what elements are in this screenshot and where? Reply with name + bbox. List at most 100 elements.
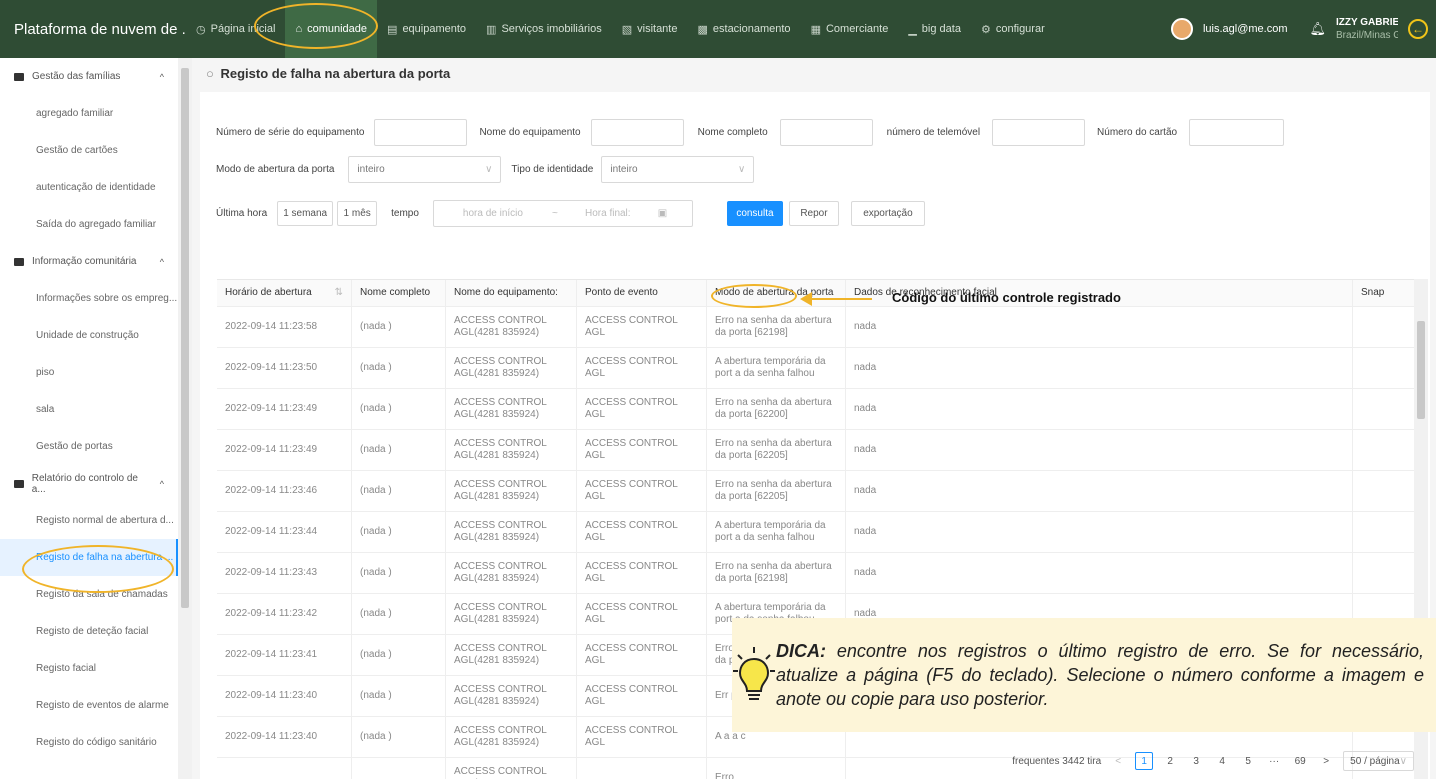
one-week-button[interactable]: 1 semana [277,201,334,226]
nav-item-2[interactable]: ▤ equipamento [377,0,476,58]
start-time-input[interactable]: hora de início [434,208,552,219]
sidebar-item[interactable]: Gestão de portas [0,428,178,465]
page-number[interactable]: 2 [1161,752,1179,770]
sidebar-group[interactable]: Relatório do controlo de a... ^ [0,465,178,502]
nav-item-7[interactable]: ▁ big data [898,0,971,58]
table-row[interactable]: 2022-09-14 11:23:43 (nada ) ACCESS CONTROL… [217,553,1414,594]
page-number[interactable]: 3 [1187,752,1205,770]
table-cell-mode[interactable]: Erro na senha da abertura da porta [6220… [707,430,846,470]
reset-button[interactable]: Repor [788,201,839,226]
phone-input[interactable] [992,119,1086,146]
serial-input[interactable] [374,119,468,146]
clock-icon: ◷ [196,23,206,36]
table-cell-mode[interactable]: Erro [707,758,846,779]
sidebar-item[interactable]: Registo de eventos de alarme [0,687,178,724]
sidebar-item[interactable]: sala [0,391,178,428]
table-cell-name: (nada ) [352,717,446,757]
identity-select[interactable]: inteiro ∨ [601,156,755,183]
sidebar-item[interactable]: Registo normal de abertura d... [0,502,178,539]
tip-body: encontre nos registros o último registro… [776,641,1424,709]
nav-item-label: Serviços imobiliários [501,23,602,35]
table-row[interactable]: 2022-09-14 11:23:49 (nada ) ACCESS CONTROL… [217,430,1414,471]
table-cell-snap [1353,348,1410,388]
nav-item-4[interactable]: ▧ visitante [612,0,688,58]
sidebar-item[interactable]: autenticação de identidade [0,169,178,206]
sidebar-item[interactable]: Gestão de cartões [0,132,178,169]
arrow-head-icon [800,292,812,306]
identity-label: Tipo de identidade [511,164,594,175]
sidebar-item[interactable]: Registo de deteção facial [0,613,178,650]
scrollbar-thumb[interactable] [181,68,189,608]
sidebar-group[interactable]: Gestão das famílias ^ [0,58,178,95]
table-row[interactable]: 2022-09-14 11:23:44 (nada ) ACCESS CONTROL… [217,512,1414,553]
user-email[interactable]: luis.agl@me.com [1203,23,1288,35]
sidebar-group[interactable]: Informação comunitária ^ [0,243,178,280]
table-cell-snap [1353,307,1410,347]
table-cell-face: nada [846,430,1353,470]
prev-page-icon[interactable]: < [1109,752,1127,770]
table-cell-point: ACCESS CONTROL AGL [577,676,707,716]
logout-icon[interactable]: ← [1408,19,1428,39]
nav-item-5[interactable]: ▩ estacionamento [687,0,800,58]
table-cell-mode[interactable]: Erro na senha da abertura da porta [6220… [707,471,846,511]
table-cell-time: 2022-09-14 11:23:41 [217,635,352,675]
table-cell-face: nada [846,389,1353,429]
fullname-input[interactable] [779,119,873,146]
table-row[interactable]: 2022-09-14 11:23:58 (nada ) ACCESS CONTROL… [217,307,1414,348]
table-row[interactable]: 2022-09-14 11:23:50 (nada ) ACCESS CONTROL… [217,348,1414,389]
end-time-input[interactable]: Hora final: [558,208,658,219]
table-cell-mode[interactable]: A abertura temporária da port a da senha… [707,348,846,388]
sidebar-item[interactable]: Unidade de construção [0,317,178,354]
table-cell-name: (nada ) [352,512,446,552]
sort-icon[interactable]: ⇅ [335,287,343,299]
table-cell-device: ACCESS CONTROL AGL(4281 835924) [446,676,577,716]
table-cell-mode[interactable]: A abertura temporária da port a da senha… [707,512,846,552]
sidebar-item[interactable]: Informações sobre os empreg... [0,280,178,317]
query-button[interactable]: consulta [726,201,783,226]
table-row[interactable]: 2022-09-14 11:23:49 (nada ) ACCESS CONTROL… [217,389,1414,430]
chevron-down-icon: ∨ [485,164,493,175]
table-cell-name: (nada ) [352,676,446,716]
avatar[interactable] [1170,18,1193,40]
chart-icon: ▁ [908,23,917,36]
page-number[interactable]: 5 [1239,752,1257,770]
sidebar-item[interactable]: piso [0,354,178,391]
date-range-picker[interactable]: hora de início ~ Hora final: ▣ [432,200,693,227]
bell-icon[interactable]: 🔔︎ [1309,21,1326,37]
sidebar-item[interactable]: agregado familiar [0,95,178,132]
table-cell-mode[interactable]: Erro na senha da abertura da porta [6219… [707,307,846,347]
table-cell-mode[interactable]: Erro na senha da abertura da porta [6219… [707,553,846,593]
column-header[interactable]: Horário de abertura ⇅ [217,280,352,306]
brand-title[interactable]: Plataforma de nuvem de ... [0,21,186,38]
scrollbar-thumb[interactable] [1417,321,1425,419]
table-cell-time: 2022-09-14 11:23:50 [217,348,352,388]
table-cell-snap [1353,471,1410,511]
next-page-icon[interactable]: > [1317,752,1335,770]
nav-item-6[interactable]: ▦ Comerciante [801,0,899,58]
device-input[interactable] [590,119,684,146]
more-pages-icon[interactable]: ··· [1265,752,1283,770]
table-cell-mode[interactable]: Erro na senha da abertura da porta [6220… [707,389,846,429]
table-cell-name: (nada ) [352,307,446,347]
table-cell-device: ACCESS CONTROL AGL(4281 [446,758,577,779]
user-profile[interactable]: IZZY GABRIEL ... Brazil/Minas Ge... [1336,16,1398,42]
mode-select[interactable]: inteiro ∨ [348,156,502,183]
sidebar-item[interactable]: Registo facial [0,650,178,687]
page-number[interactable]: 4 [1213,752,1231,770]
sidebar-item[interactable]: Registo do código sanitário [0,724,178,761]
page-size-select[interactable]: 50 / página ∨ [1343,751,1414,771]
nav-item-3[interactable]: ▥ Serviços imobiliários [476,0,612,58]
card-input[interactable] [1189,119,1285,146]
export-button[interactable]: exportação [850,201,925,226]
highlight-ring-sidebar [22,545,174,593]
sidebar-item[interactable]: Saída do agregado familiar [0,206,178,243]
nav-item-8[interactable]: ⚙ configurar [971,0,1055,58]
table-header: Horário de abertura ⇅ Nome completo Nome do… [217,280,1414,307]
table-row[interactable]: 2022-09-14 11:23:46 (nada ) ACCESS CONTROL… [217,471,1414,512]
page-number[interactable]: 69 [1291,752,1309,770]
sidebar-scrollbar[interactable] [178,58,192,779]
page-number[interactable]: 1 [1135,752,1154,770]
one-month-button[interactable]: 1 mês [337,201,378,226]
filter-row-2: Modo de abertura da porta inteiro ∨ Tipo… [216,156,755,183]
chevron-down-icon: ∨ [1399,755,1407,767]
